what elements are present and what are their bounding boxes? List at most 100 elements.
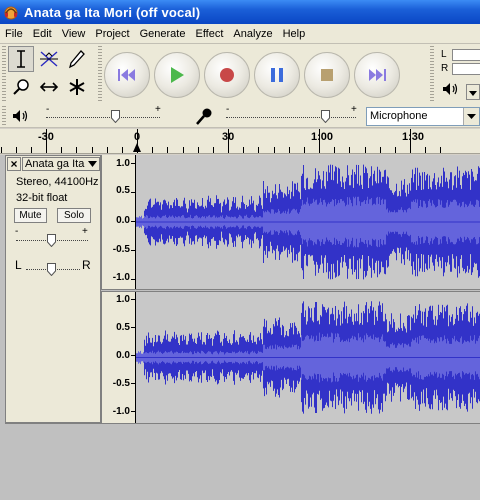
solo-label: Solo bbox=[63, 210, 84, 221]
window-title: Anata ga Ita Mori (off vocal) bbox=[24, 4, 201, 20]
time-shift-tool-button[interactable] bbox=[36, 74, 62, 100]
meter-left-bar[interactable] bbox=[452, 49, 480, 61]
ruler-label: 1:00 bbox=[311, 131, 334, 143]
meter-left-label: L bbox=[441, 49, 447, 60]
scale-label: 0.5 bbox=[116, 322, 130, 333]
waveform-left-channel[interactable] bbox=[136, 155, 480, 289]
microphone-icon bbox=[196, 108, 212, 125]
magnifier-icon bbox=[13, 79, 29, 95]
menu-effect[interactable]: Effect bbox=[190, 28, 228, 40]
scale-label: -0.5 bbox=[112, 244, 130, 255]
scale-tick bbox=[131, 279, 135, 280]
input-source-select[interactable]: Microphone bbox=[366, 107, 480, 126]
gain-minus: - bbox=[15, 226, 19, 237]
scale-tick bbox=[131, 383, 135, 384]
output-volume-slider[interactable] bbox=[46, 117, 160, 118]
title-bar: Anata ga Ita Mori (off vocal) bbox=[0, 0, 480, 24]
scale-label: -1.0 bbox=[112, 406, 130, 417]
menu-project[interactable]: Project bbox=[90, 28, 134, 40]
solo-button[interactable]: Solo bbox=[57, 208, 91, 223]
output-volume-minus: - bbox=[46, 104, 50, 115]
zoom-tool-button[interactable] bbox=[8, 74, 34, 100]
draw-tool-button[interactable] bbox=[64, 46, 90, 72]
ruler-tick bbox=[228, 129, 229, 153]
timeline-ruler[interactable]: -30 0 30 1:00 1:30 bbox=[0, 129, 480, 154]
skip-to-start-button[interactable] bbox=[104, 52, 150, 98]
mute-label: Mute bbox=[19, 210, 42, 221]
meter-right-bar[interactable] bbox=[452, 63, 480, 75]
meter-grip[interactable] bbox=[430, 46, 434, 102]
meter-menu-button[interactable] bbox=[466, 84, 480, 100]
input-source-dropdown-button[interactable] bbox=[463, 108, 479, 125]
scale-tick bbox=[131, 355, 135, 356]
track-name: Anata ga Ita bbox=[25, 158, 85, 170]
vertical-ruler-left-channel[interactable]: 1.0 0.5 0.0 -0.5 -1.0 bbox=[101, 155, 136, 289]
selection-tool-button[interactable] bbox=[8, 46, 34, 72]
input-volume-plus: + bbox=[351, 104, 357, 115]
ruler-tick bbox=[289, 147, 290, 153]
ruler-tick bbox=[258, 147, 259, 153]
ruler-tick bbox=[319, 129, 320, 153]
ruler-tick bbox=[198, 147, 199, 153]
envelope-tool-button[interactable] bbox=[36, 46, 62, 72]
output-volume-thumb[interactable] bbox=[111, 110, 120, 123]
tools-toolbar bbox=[8, 46, 92, 102]
ruler-tick bbox=[410, 129, 411, 153]
ruler-tick bbox=[380, 147, 381, 153]
skip-to-end-button[interactable] bbox=[354, 52, 400, 98]
ruler-tick bbox=[92, 147, 93, 153]
scale-label: 0.0 bbox=[116, 215, 130, 226]
menu-view[interactable]: View bbox=[57, 28, 91, 40]
transport-grip[interactable] bbox=[98, 46, 102, 102]
output-volume-plus: + bbox=[155, 104, 161, 115]
ruler-tick bbox=[243, 147, 244, 153]
gain-slider-thumb[interactable] bbox=[47, 234, 56, 247]
menu-help[interactable]: Help bbox=[278, 28, 311, 40]
ruler-tick bbox=[46, 129, 47, 153]
pan-slider-thumb[interactable] bbox=[47, 263, 56, 276]
menu-analyze[interactable]: Analyze bbox=[228, 28, 277, 40]
speaker-icon bbox=[443, 83, 458, 95]
record-button[interactable] bbox=[204, 52, 250, 98]
play-position-marker-icon bbox=[133, 143, 141, 152]
mixer-grip[interactable] bbox=[2, 106, 6, 126]
mute-button[interactable]: Mute bbox=[14, 208, 47, 223]
waveform-graphic bbox=[136, 301, 480, 414]
ruler-tick bbox=[61, 147, 62, 153]
menu-edit[interactable]: Edit bbox=[28, 28, 57, 40]
scale-tick bbox=[131, 221, 135, 222]
input-volume-slider[interactable] bbox=[226, 117, 356, 118]
stop-button[interactable] bbox=[304, 52, 350, 98]
track-area: × Anata ga Ita Stereo, 44100Hz 32-bit fl… bbox=[0, 155, 480, 500]
scale-label: -0.5 bbox=[112, 378, 130, 389]
scale-label: 0.5 bbox=[116, 185, 130, 196]
waveform-graphic bbox=[136, 164, 480, 280]
speaker-icon bbox=[13, 110, 28, 122]
meter-right-label: R bbox=[441, 63, 449, 74]
gain-plus: + bbox=[82, 226, 88, 237]
input-source-value: Microphone bbox=[370, 110, 428, 122]
pan-left-label: L bbox=[15, 258, 22, 272]
ruler-tick bbox=[349, 147, 350, 153]
ruler-tick bbox=[365, 147, 366, 153]
menu-generate[interactable]: Generate bbox=[135, 28, 191, 40]
track-name-menu-button[interactable]: Anata ga Ita bbox=[22, 157, 100, 171]
toolbar-grip[interactable] bbox=[2, 46, 6, 102]
vertical-ruler-right-channel[interactable]: 1.0 0.5 0.0 -0.5 -1.0 bbox=[101, 292, 136, 423]
waveform-right-channel[interactable] bbox=[136, 292, 480, 423]
track-bottom-border bbox=[5, 423, 480, 424]
track-bitdepth: 32-bit float bbox=[16, 192, 68, 204]
pan-right-label: R bbox=[82, 258, 91, 272]
track-close-button[interactable]: × bbox=[7, 157, 21, 171]
menu-file[interactable]: File bbox=[0, 28, 28, 40]
multi-tool-button[interactable] bbox=[64, 74, 90, 100]
play-button[interactable] bbox=[154, 52, 200, 98]
ruler-tick bbox=[31, 147, 32, 153]
input-volume-thumb[interactable] bbox=[321, 110, 330, 123]
ruler-tick bbox=[213, 147, 214, 153]
chevron-down-icon bbox=[467, 113, 476, 119]
pause-button[interactable] bbox=[254, 52, 300, 98]
mixer-toolbar: - + - + Microphone bbox=[0, 104, 480, 128]
scale-label: 1.0 bbox=[116, 294, 130, 305]
ruler-tick bbox=[183, 147, 184, 153]
